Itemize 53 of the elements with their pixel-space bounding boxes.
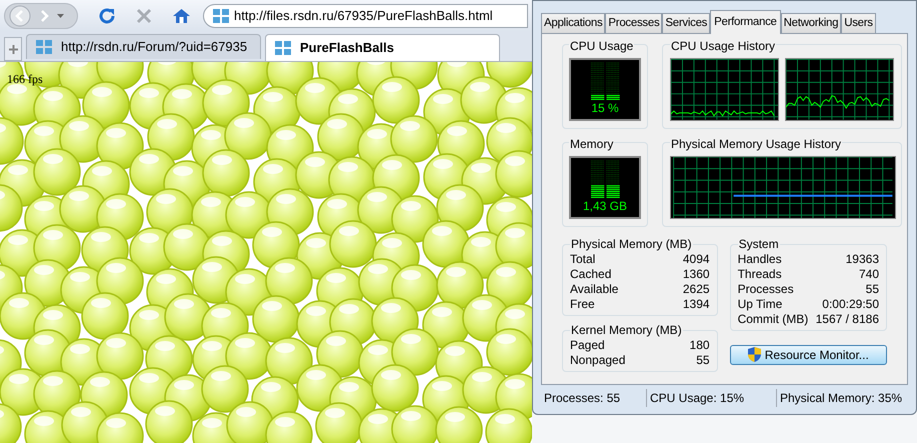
shield-icon (748, 347, 761, 362)
stat-label: Processes (738, 282, 794, 297)
stat-label: Nonpaged (570, 352, 626, 368)
new-tab-button[interactable] (4, 37, 22, 61)
stat-value: 1394 (682, 296, 710, 312)
resource-monitor-button[interactable]: Resource Monitor... (730, 344, 887, 365)
reload-icon[interactable] (98, 6, 116, 24)
stat-value: 0:00:29:50 (822, 296, 879, 312)
stat-value: 2625 (682, 282, 710, 297)
group-title: Kernel Memory (MB) (570, 322, 683, 338)
stat-value: 180 (690, 338, 710, 353)
browser-tab[interactable]: http://rsdn.ru/Forum/?uid=67935 (26, 34, 261, 59)
stat-value: 1567 / 8186 (816, 312, 879, 327)
stat-label: Available (570, 282, 618, 297)
tab[interactable]: Users (841, 12, 876, 33)
address-text: http://files.rsdn.ru/67935/PureFlashBalls.html (234, 6, 493, 25)
stop-icon[interactable] (136, 8, 152, 24)
back-forward-buttons[interactable] (4, 2, 78, 28)
group-title: System (738, 236, 780, 252)
stat-value: 1360 (682, 266, 710, 282)
tab[interactable]: Services (662, 12, 710, 33)
stat-label: Paged (570, 338, 605, 353)
site-icon (274, 40, 292, 56)
stat-label: Total (570, 252, 596, 267)
stat-value: 19363 (846, 252, 879, 267)
group-title: Physical Memory (MB) (570, 236, 693, 252)
stat-value: 4094 (682, 252, 710, 267)
site-icon (35, 39, 53, 55)
back-icon (9, 4, 31, 26)
stat-value: 55 (866, 282, 879, 297)
plus-icon (8, 44, 18, 54)
stat-value: 740 (858, 266, 879, 282)
stat-label: Threads (738, 266, 782, 282)
site-icon (212, 8, 230, 24)
meter-reading: 15 % (591, 102, 619, 114)
status-text: CPU Usage: 15% (646, 389, 776, 408)
stat-label: Up Time (738, 296, 782, 312)
stat-label: Handles (738, 252, 782, 267)
stat-label: Commit (MB) (738, 312, 808, 327)
stat-label: Cached (570, 266, 612, 282)
stat-value: 55 (696, 352, 710, 368)
status-text: Physical Memory: 35% (776, 389, 908, 408)
dropdown-icon (57, 14, 64, 18)
tab[interactable]: Applications (541, 12, 606, 33)
status-text: Processes: 55 (543, 390, 622, 408)
address-bar[interactable]: http://files.rsdn.ru/67935/PureFlashBalls.html (203, 4, 528, 28)
meter-reading: 1,43 GB (582, 200, 628, 212)
stat-label: Free (570, 296, 595, 312)
fps-counter: 166 fps (7, 71, 43, 88)
tab[interactable]: Performance (710, 10, 781, 34)
home-icon[interactable] (172, 8, 191, 24)
tab[interactable]: Processes (605, 12, 662, 33)
tab[interactable]: Networking (780, 12, 842, 33)
